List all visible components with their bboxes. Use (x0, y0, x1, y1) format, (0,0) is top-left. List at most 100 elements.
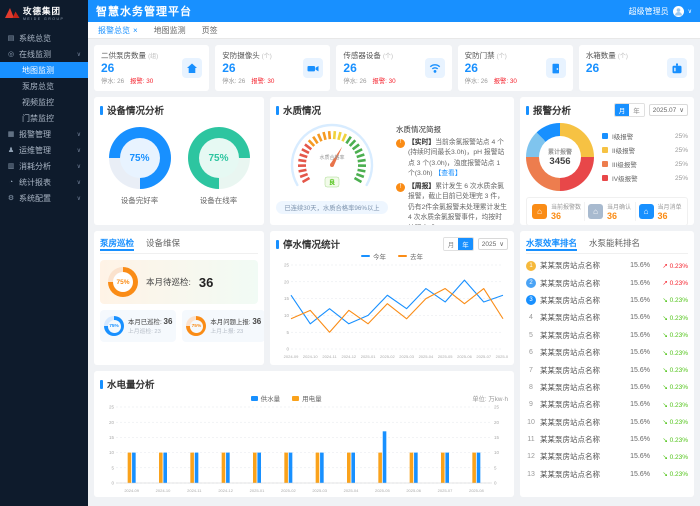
ranking-row[interactable]: 10 某某泵房站点名称 15.6% ↘ 0.23% (526, 414, 688, 431)
efficiency-value: 15.6% (630, 331, 650, 339)
svg-text:0: 0 (111, 481, 114, 486)
unit-label: 单位: 万kw·h (472, 395, 508, 403)
svg-text:2025-02: 2025-02 (281, 488, 296, 493)
pump-ranking-panel: 水泵效率排名 水泵能耗排名 1 某某泵房站点名称 15.6% ↗ 0.23% 2 某某泵房… (520, 231, 694, 497)
legend-swatch (602, 133, 608, 139)
svg-text:2024-11: 2024-11 (187, 488, 202, 493)
svg-text:2025-03: 2025-03 (312, 488, 327, 493)
donut-center-label: 累计报警 (547, 150, 572, 156)
chevron-down-icon: ∨ (687, 8, 692, 15)
toggle-month[interactable]: 月 (443, 238, 459, 250)
sidebar-menu: ▤ 系统总览 ◎ 在线监测 ∨ 地图监测 泵房总览 视频监控 门禁监控 ▦ 报警管理 ∨ … (0, 26, 88, 506)
alarm-label: 报警: (372, 78, 387, 85)
house-icon: ⌂ (588, 204, 604, 219)
stat-card-sensors[interactable]: 传感器设备 (个) 26 停水: 26 报警: 30 (336, 45, 452, 91)
ranking-row[interactable]: 13 某某泵房站点名称 15.6% ↘ 0.23% (526, 466, 688, 483)
tab-pump-inspection[interactable]: 泵房巡检 (100, 237, 134, 249)
sidebar-item-maintenance-management[interactable]: ♟ 运维管理 ∨ (0, 142, 88, 158)
minicard-value: 36 (607, 211, 618, 221)
minicard-value: 36 (657, 211, 668, 221)
svg-text:2025-07: 2025-07 (476, 354, 491, 359)
ranking-row[interactable]: 2 某某泵房站点名称 15.6% ↗ 0.23% (526, 274, 688, 291)
svg-text:2025-03: 2025-03 (399, 354, 414, 359)
card-sub: 上月上报: 23 (210, 329, 244, 335)
user-menu[interactable]: 超级管理员 ∨ (629, 5, 692, 17)
ranking-row[interactable]: 3 某某泵房站点名称 15.6% ↘ 0.23% (526, 292, 688, 309)
sidebar-item-system-overview[interactable]: ▤ 系统总览 (0, 30, 88, 46)
ranking-row[interactable]: 1 某某泵房站点名称 15.6% ↗ 0.23% (526, 257, 688, 274)
rank-number: 7 (529, 366, 533, 374)
sidebar-item-alarm-management[interactable]: ▦ 报警管理 ∨ (0, 126, 88, 142)
stat-card-pump-rooms[interactable]: 二供泵房数量 (组) 26 停水: 26 报警: 30 (94, 45, 210, 91)
folder-icon: ▦ (7, 131, 15, 138)
svg-text:0: 0 (286, 347, 289, 352)
sidebar-item-video-monitoring[interactable]: 视频监控 (0, 94, 88, 110)
stat-unit: (个) (261, 54, 272, 60)
toggle-month[interactable]: 月 (614, 104, 630, 116)
period-select[interactable]: 2025.07 ∨ (648, 104, 688, 116)
stat-title: 传感器设备 (343, 51, 381, 60)
toggle-year[interactable]: 年 (629, 104, 644, 116)
stat-card-access-doors[interactable]: 安防门禁 (个) 26 停水: 26 报警: 30 (457, 45, 573, 91)
legend-swatch (602, 175, 608, 181)
year-select[interactable]: 2025 ∨ (477, 238, 508, 250)
alarm-minicard: ⌂ 当月消单 36 (634, 202, 686, 221)
sidebar-item-pump-room-overview[interactable]: 泵房总览 (0, 78, 88, 94)
progress-ring: 75% (104, 316, 124, 336)
sidebar-item-statistics-reports[interactable]: ◔ 统计报表 ∨ (0, 174, 88, 190)
device-analysis-panel: 设备情况分析 75% 设备完好率 75% 设备在线率 (94, 97, 264, 225)
station-name: 某某泵房站点名称 (540, 348, 600, 358)
svg-text:20: 20 (109, 420, 115, 425)
stat-cards-row: 二供泵房数量 (组) 26 停水: 26 报警: 30 安防摄像头 (个) 26 … (94, 45, 695, 91)
tab-efficiency-ranking[interactable]: 水泵效率排名 (526, 237, 577, 249)
person-icon: ♟ (7, 147, 15, 154)
sidebar-item-online-monitoring[interactable]: ◎ 在线监测 ∨ (0, 46, 88, 62)
station-name: 某某泵房站点名称 (540, 435, 600, 445)
ranking-row[interactable]: 5 某某泵房站点名称 15.6% ↘ 0.23% (526, 327, 688, 344)
stat-value: 26 (101, 61, 115, 75)
alarm-label: 报警: (251, 78, 266, 85)
chevron-down-icon: ∨ (76, 179, 81, 186)
sidebar-item-system-config[interactable]: ⚙ 系统配置 ∨ (0, 190, 88, 206)
ranking-row[interactable]: 8 某某泵房站点名称 15.6% ↘ 0.23% (526, 379, 688, 396)
station-name: 某某泵房站点名称 (540, 400, 600, 410)
sidebar-item-map-monitoring[interactable]: 地图监测 (0, 62, 88, 78)
stop-label: 停水: (101, 78, 116, 85)
close-icon[interactable]: × (133, 26, 138, 35)
ranking-row[interactable]: 7 某某泵房站点名称 15.6% ↘ 0.23% (526, 361, 688, 378)
chevron-down-icon: ∨ (76, 195, 81, 202)
alert-bell-icon: ! (396, 182, 405, 192)
legend-swatch (361, 255, 370, 257)
sidebar-item-consumption-analysis[interactable]: ▥ 消耗分析 ∨ (0, 158, 88, 174)
ranking-row[interactable]: 12 某某泵房站点名称 15.6% ↘ 0.23% (526, 448, 688, 465)
stat-card-cameras[interactable]: 安防摄像头 (个) 26 停水: 26 报警: 30 (215, 45, 331, 91)
tab-page[interactable]: 页签 (202, 25, 218, 36)
alarm-analysis-panel: 报警分析 月 年 2025.07 ∨ 累计报警 3456 I级报警 25% II… (520, 97, 694, 225)
tab-energy-ranking[interactable]: 水泵能耗排名 (589, 237, 640, 249)
tab-map-monitoring[interactable]: 地图监测 (154, 25, 186, 36)
station-name: 某某泵房站点名称 (540, 295, 600, 305)
legend-row: II级报警 25% (602, 145, 688, 155)
stat-unit: (个) (383, 54, 393, 60)
view-link[interactable]: 【查看】 (434, 170, 461, 177)
water-quality-brief: 水质情况简报 ! 【实时】当前余氯报警站点 4 个(持续时间最长3.0h)，pH… (396, 121, 508, 225)
stat-unit: (个) (617, 54, 628, 60)
door-icon (545, 58, 566, 78)
ranking-row[interactable]: 4 某某泵房站点名称 15.6% ↘ 0.23% (526, 309, 688, 326)
donut-label: 设备完好率 (120, 196, 159, 205)
tab-label: 地图监测 (153, 25, 186, 35)
efficiency-value: 15.6% (630, 436, 650, 444)
alarm-legend: I级报警 25% II级报警 25% III级报警 25% IV级报警 25% (602, 131, 688, 183)
legend-label: II级报警 (612, 148, 636, 155)
stat-card-water-tanks[interactable]: 水箱数量 (个) 26 (578, 45, 695, 91)
ranking-row[interactable]: 11 某某泵房站点名称 15.6% ↘ 0.23% (526, 431, 688, 448)
svg-text:5: 5 (111, 465, 114, 470)
tab-equipment-maintenance[interactable]: 设备维保 (146, 237, 180, 249)
device-online-donut: 75% 设备在线率 (187, 127, 250, 206)
ranking-row[interactable]: 9 某某泵房站点名称 15.6% ↘ 0.23% (526, 396, 688, 413)
toggle-year[interactable]: 年 (458, 238, 473, 250)
ranking-row[interactable]: 6 某某泵房站点名称 15.6% ↘ 0.23% (526, 344, 688, 361)
tab-alarm-overview[interactable]: 报警总览 × (98, 25, 138, 36)
svg-text:2025-04: 2025-04 (344, 488, 359, 493)
sidebar-item-access-monitoring[interactable]: 门禁监控 (0, 110, 88, 126)
